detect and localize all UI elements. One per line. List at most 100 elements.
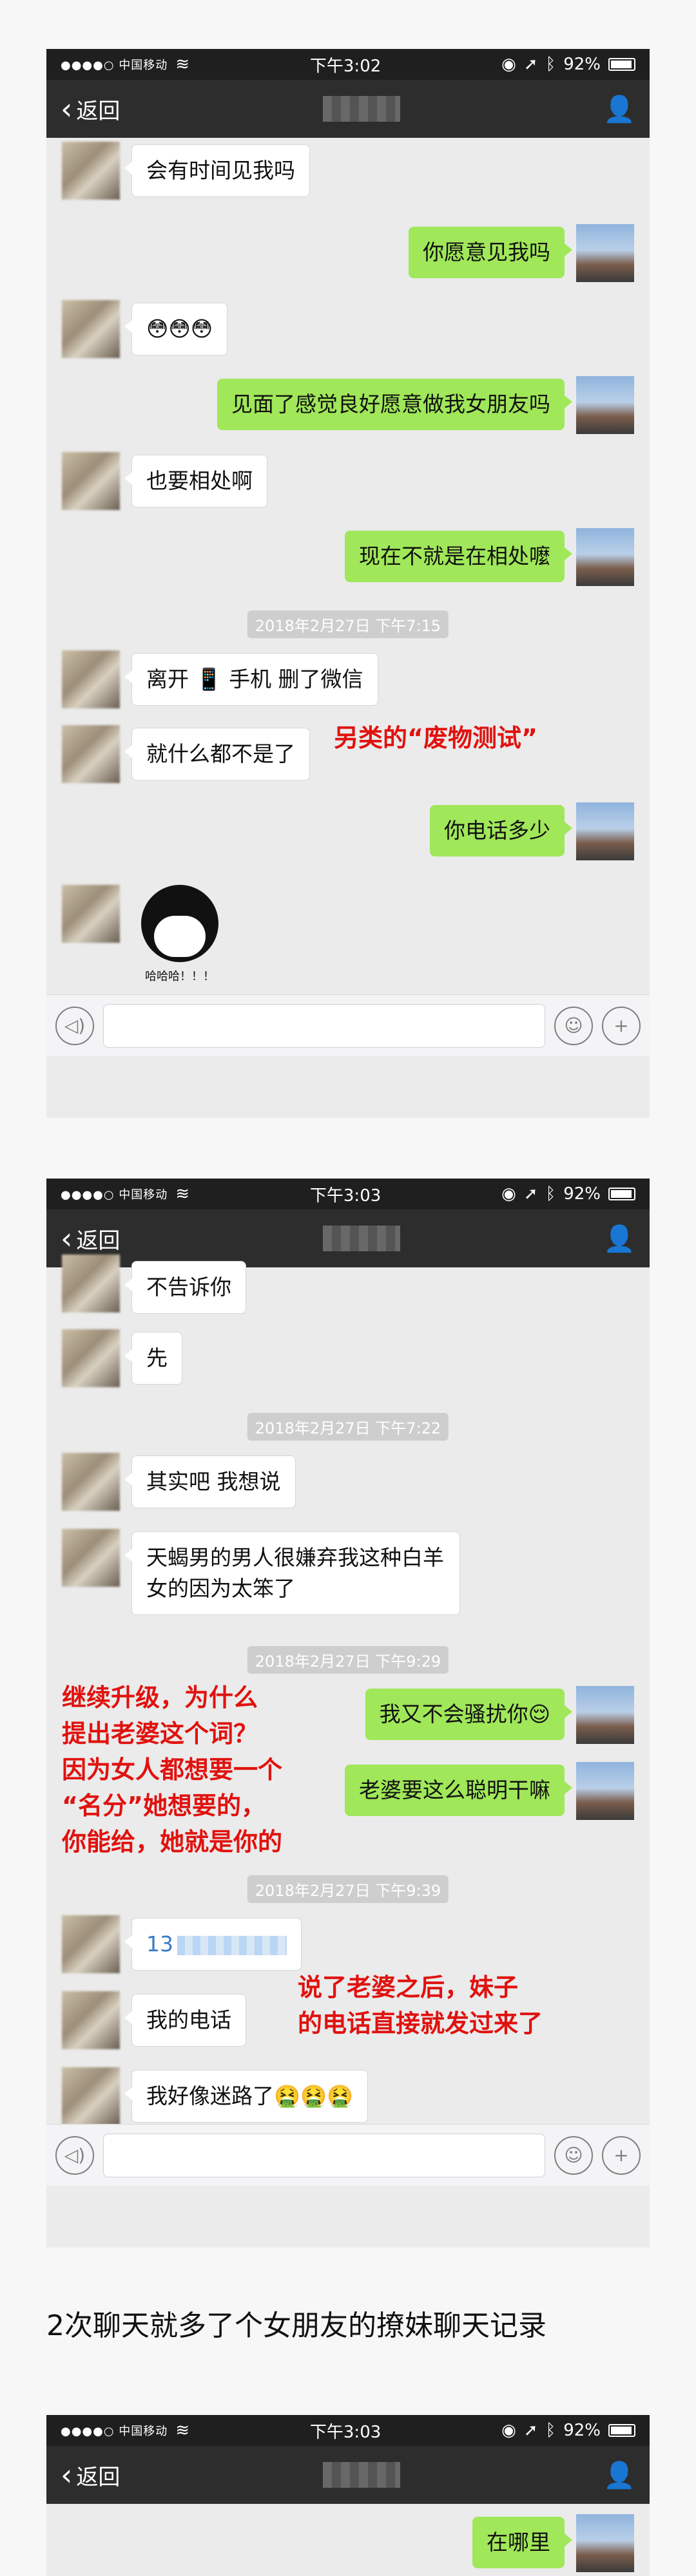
message-bubble[interactable]: 我又不会骚扰你😌 [365,1689,573,1740]
back-label: 返回 [76,98,121,124]
avatar[interactable] [576,1686,634,1744]
chevron-left-icon: ‹ [61,2458,73,2492]
avatar[interactable] [62,142,120,200]
annotation: 继续升级，为什么 [62,1683,258,1712]
timestamp: 2018年2月27日 下午9:29 [247,1646,449,1674]
message-bubble[interactable]: 就什么都不是了 [124,728,310,781]
message-bubble[interactable]: 在哪里 [472,2517,572,2568]
chat-screenshot-3: ●●●●○ 中国移动 ≋ 下午3:03 ◉ ➚ ᛒ 92% ‹ 返回 👤 在哪里 [46,2415,650,2576]
avatar[interactable] [62,1255,120,1312]
message-bubble[interactable]: 不告诉你 [124,1261,246,1314]
avatar[interactable] [576,802,634,860]
battery-percent: 92% [563,1184,601,1204]
chevron-left-icon: ‹ [61,91,73,126]
person-icon[interactable]: 👤 [603,1224,635,1254]
person-icon[interactable]: 👤 [603,2460,635,2490]
location-icon: ➚ [523,55,538,74]
message-bubble[interactable]: 其实吧 我想说 [124,1455,296,1508]
timestamp: 2018年2月27日 下午7:15 [247,611,449,638]
avatar[interactable] [576,528,634,586]
avatar[interactable] [576,376,634,434]
avatar[interactable] [62,1529,120,1587]
nav-bar: ‹ 返回 👤 [46,80,650,138]
annotation: 的电话直接就发过来了 [298,2009,543,2038]
message-bubble[interactable]: 老婆要这么聪明干嘛 [345,1765,572,1816]
avatar[interactable] [62,300,120,358]
avatar[interactable] [62,452,120,510]
message-bubble[interactable]: 天蝎男的男人很嫌弃我这种白羊女的因为太笨了 [124,1531,460,1615]
phone-number-blurred [177,1935,287,1955]
emoji-icon[interactable]: ☺ [554,1006,593,1045]
emoji-icon[interactable]: ☺ [554,2136,593,2175]
annotation: “名分”她想要的， [62,1792,266,1820]
plus-icon[interactable]: + [602,1006,641,1045]
battery-percent: 92% [563,55,601,74]
chat-screenshot-1: ●●●●○ 中国移动 ≋ 下午3:02 ◉ ➚ ᛒ 92% ‹ 返回 👤 会有时间见我吗 … [46,49,650,1118]
avatar[interactable] [62,1329,120,1387]
laughing-face-icon [141,885,218,962]
article-caption: 2次聊天就多了个女朋友的撩妹聊天记录 [46,2309,546,2342]
person-icon[interactable]: 👤 [603,94,635,124]
contact-name-blurred [323,1226,401,1251]
wifi-icon: ≋ [175,2421,190,2440]
nav-bar: ‹ 返回 👤 [46,1209,650,1267]
status-bar: ●●●●○ 中国移动 ≋ 下午3:03 ◉ ➚ ᛒ 92% [46,2415,650,2446]
avatar[interactable] [62,725,120,783]
message-bubble[interactable]: 见面了感觉良好愿意做我女朋友吗 [217,379,572,430]
voice-icon[interactable]: ◁) [55,1006,94,1045]
chat-area: 会有时间见我吗 你愿意见我吗 😳😳😳 见面了感觉良好愿意做我女朋友吗 也要相处啊… [46,138,650,1056]
avatar[interactable] [62,1915,120,1973]
location-icon: ➚ [523,1184,538,1204]
clock: 下午3:03 [309,2422,382,2442]
message-bubble[interactable]: 我的电话 [124,1994,246,2047]
message-input[interactable] [103,2133,545,2177]
back-button[interactable]: ‹ 返回 [61,2459,120,2491]
annotation: 另类的“废物测试” [334,724,537,752]
sticker-message[interactable]: 哈哈哈！！！ [131,878,228,988]
avatar[interactable] [576,2514,634,2572]
avatar[interactable] [62,2067,120,2125]
carrier-label: ●●●●○ 中国移动 [61,2425,168,2438]
message-bubble[interactable]: 😳😳😳 [124,303,228,355]
message-bubble[interactable]: 你电话多少 [430,805,572,857]
lock-icon: ◉ [501,1184,516,1204]
message-bubble[interactable]: 先 [124,1332,182,1385]
avatar[interactable] [576,1762,634,1820]
timestamp: 2018年2月27日 下午9:39 [247,1875,449,1903]
input-bar: ◁) ☺ + [46,2124,650,2186]
annotation: 说了老婆之后，妹子 [298,1973,519,2002]
avatar[interactable] [576,224,634,282]
message-bubble[interactable]: 会有时间见我吗 [124,144,310,197]
plus-icon[interactable]: + [602,2136,641,2175]
message-bubble[interactable]: 我好像迷路了🤮🤮🤮 [124,2070,369,2123]
avatar[interactable] [62,650,120,708]
bluetooth-icon: ᛒ [545,55,556,74]
nav-bar: ‹ 返回 👤 [46,2446,650,2504]
back-label: 返回 [76,2464,121,2490]
contact-name-blurred [323,2462,401,2488]
wifi-icon: ≋ [175,55,190,74]
status-bar: ●●●●○ 中国移动 ≋ 下午3:02 ◉ ➚ ᛒ 92% [46,49,650,80]
carrier-label: ●●●●○ 中国移动 [61,1188,168,1202]
battery-icon [608,1188,635,1200]
back-button[interactable]: ‹ 返回 [61,1223,120,1255]
back-button[interactable]: ‹ 返回 [61,93,120,125]
chevron-left-icon: ‹ [61,1221,73,1256]
message-bubble[interactable]: 你愿意见我吗 [409,227,572,278]
lock-icon: ◉ [501,2421,516,2440]
phone-number-prefix: 13 [146,1931,173,1956]
message-input[interactable] [103,1003,545,1048]
avatar[interactable] [62,1991,120,2049]
message-bubble[interactable]: 离开 📱 手机 删了微信 [124,653,378,706]
message-bubble[interactable]: 也要相处啊 [124,455,267,507]
lock-icon: ◉ [501,55,516,74]
chat-area: 在哪里 [46,2504,650,2576]
chat-area: 不告诉你 先 2018年2月27日 下午7:22 其实吧 我想说 天蝎男的男人很… [46,1255,650,2186]
voice-icon[interactable]: ◁) [55,2136,94,2175]
avatar[interactable] [62,885,120,943]
clock: 下午3:02 [309,56,382,76]
avatar[interactable] [62,1453,120,1511]
message-bubble[interactable]: 现在不就是在相处嚒 [345,531,572,582]
back-label: 返回 [76,1227,121,1254]
message-bubble[interactable]: 13 [124,1918,302,1971]
